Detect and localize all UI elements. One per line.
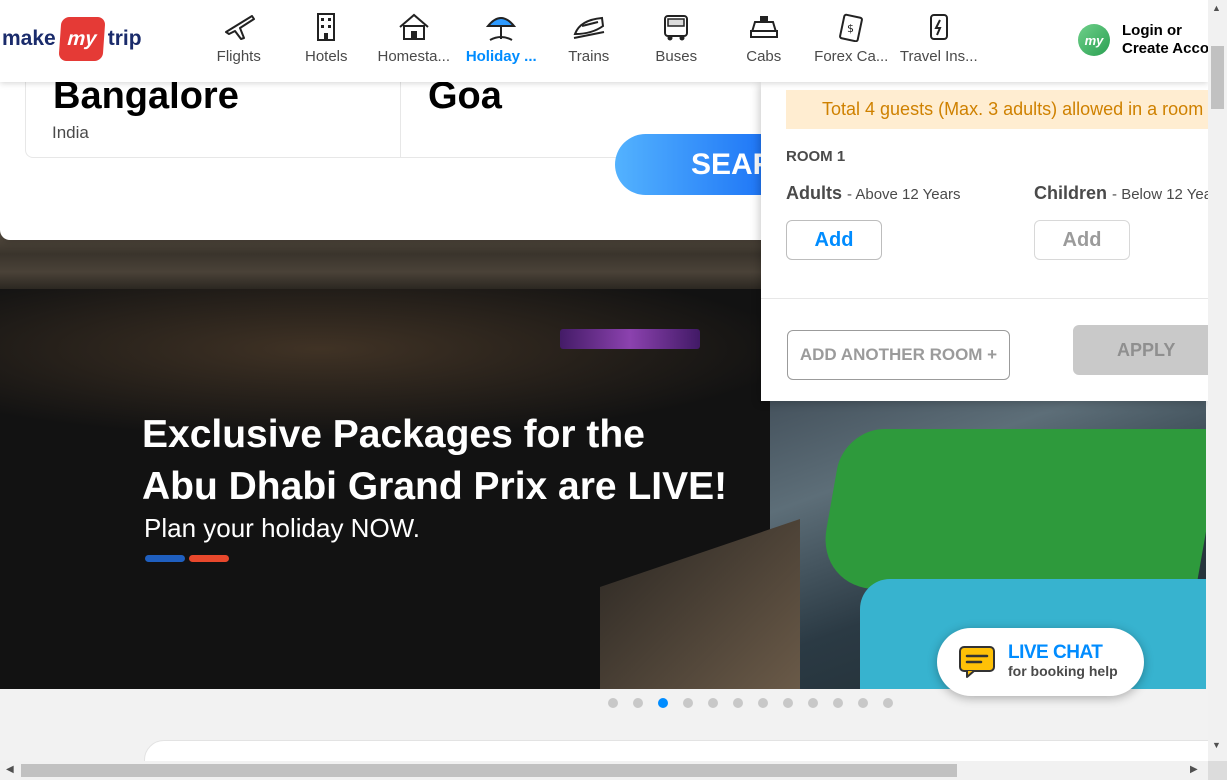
scroll-up-arrow-icon[interactable]: ▲: [1212, 3, 1221, 13]
vertical-scroll-thumb[interactable]: [1211, 46, 1224, 109]
banner-purple-lights: [560, 329, 700, 349]
nav-item-holiday[interactable]: Holiday ...: [458, 0, 546, 82]
rooms-guests-popup: Total 4 guests (Max. 3 adults) allowed i…: [761, 82, 1208, 401]
top-header: make my trip Flights Hotels Homesta... Holi…: [0, 0, 1209, 82]
live-chat-subtitle: for booking help: [1008, 663, 1118, 679]
carousel-dot[interactable]: [633, 698, 643, 708]
live-chat-button[interactable]: LIVE CHAT for booking help: [937, 628, 1144, 696]
from-city-field[interactable]: Bangalore India: [26, 70, 401, 158]
children-label: Children - Below 12 Years: [1034, 183, 1208, 204]
logo-trip-text: trip: [107, 27, 142, 50]
scroll-left-arrow-icon[interactable]: ◀: [6, 764, 14, 775]
hotel-icon: [317, 13, 336, 41]
carousel-dot[interactable]: [833, 698, 843, 708]
holiday-umbrella-icon: [486, 17, 517, 41]
popup-divider: [761, 298, 1208, 299]
children-title: Children: [1034, 183, 1108, 203]
apply-button[interactable]: APPLY: [1073, 325, 1208, 375]
nav-item-label: Flights: [216, 48, 261, 65]
adults-title: Adults: [786, 183, 842, 203]
login-text: Login or Create Acco: [1122, 22, 1209, 58]
carousel-dot[interactable]: [758, 698, 768, 708]
room-label: ROOM 1: [786, 148, 846, 165]
adults-add-button[interactable]: Add: [786, 220, 882, 260]
nav-item-label: Buses: [655, 48, 698, 65]
login-line1: Login or: [1122, 22, 1182, 39]
horizontal-scroll-thumb[interactable]: [21, 764, 957, 777]
homestay-icon: [399, 13, 429, 40]
nav-item-forex-ca[interactable]: $ Forex Ca...: [808, 0, 896, 82]
nav-item-label: Holiday ...: [465, 48, 537, 65]
carousel-dot[interactable]: [708, 698, 718, 708]
horizontal-scrollbar[interactable]: ◀ ▶: [0, 761, 1208, 780]
makemytrip-logo[interactable]: make my trip: [2, 17, 142, 61]
travel-insurance-icon: [929, 14, 948, 40]
carousel-dot[interactable]: [683, 698, 693, 708]
carousel-dot[interactable]: [658, 698, 668, 708]
live-chat-title: LIVE CHAT: [1008, 642, 1103, 663]
login-line2: Create Acco: [1122, 40, 1209, 57]
guest-limit-notice: Total 4 guests (Max. 3 adults) allowed i…: [786, 90, 1208, 129]
nav-item-label: Homesta...: [377, 48, 451, 65]
nav-item-label: Travel Ins...: [899, 48, 978, 65]
banner-accent-bar: [189, 555, 229, 562]
banner-headline-line2: Abu Dhabi Grand Prix are LIVE!: [142, 465, 728, 508]
nav-item-flights[interactable]: Flights: [195, 0, 283, 82]
carousel-dot[interactable]: [808, 698, 818, 708]
nav-item-hotels[interactable]: Hotels: [283, 0, 371, 82]
train-icon: [573, 16, 604, 39]
scroll-right-arrow-icon[interactable]: ▶: [1190, 764, 1198, 775]
nav-item-label: Hotels: [304, 48, 348, 65]
carousel-dots: [608, 698, 893, 708]
nav-item-label: Trains: [568, 48, 610, 65]
children-subtitle: - Below 12 Years: [1112, 186, 1208, 203]
carousel-dot[interactable]: [858, 698, 868, 708]
plane-icon: [224, 15, 255, 40]
banner-subline: Plan your holiday NOW.: [144, 513, 421, 543]
banner-grass: [815, 429, 1206, 589]
live-chat-text: LIVE CHAT for booking help: [1008, 643, 1118, 681]
banner-headline: Exclusive Packages for the Abu Dhabi Gra…: [142, 409, 727, 513]
scrollbar-corner: [1208, 761, 1227, 780]
nav-item-label: Forex Ca...: [814, 48, 889, 65]
nav-item-buses[interactable]: Buses: [633, 0, 721, 82]
nav-item-homesta[interactable]: Homesta...: [370, 0, 458, 82]
bus-icon: [664, 15, 689, 41]
carousel-dot[interactable]: [608, 698, 618, 708]
avatar: my: [1078, 24, 1110, 56]
banner-grandstand: [600, 519, 800, 689]
nav-item-cabs[interactable]: Cabs: [720, 0, 808, 82]
product-nav: Flights Hotels Homesta... Holiday ... Trains…: [195, 0, 983, 82]
login-button[interactable]: my Login or Create Acco: [1078, 22, 1209, 58]
logo-my-badge: my: [58, 17, 106, 61]
nav-item-label: Cabs: [746, 48, 782, 65]
chat-bubble-icon: [959, 646, 995, 678]
svg-text:$: $: [847, 22, 854, 35]
children-add-button[interactable]: Add: [1034, 220, 1130, 260]
carousel-dot[interactable]: [883, 698, 893, 708]
vertical-scrollbar[interactable]: ▲ ▼: [1208, 0, 1227, 761]
logo-make-text: make: [2, 27, 56, 50]
banner-accent-bars: [145, 555, 229, 562]
banner-accent-bar: [145, 555, 185, 562]
from-country: India: [52, 123, 89, 142]
adults-label: Adults - Above 12 Years: [786, 183, 960, 204]
cab-icon: [749, 16, 778, 38]
nav-item-travel-ins[interactable]: Travel Ins...: [895, 0, 983, 82]
add-another-room-button[interactable]: ADD ANOTHER ROOM +: [787, 330, 1010, 380]
nav-item-trains[interactable]: Trains: [545, 0, 633, 82]
forex-card-icon: $: [839, 13, 864, 42]
carousel-dot[interactable]: [783, 698, 793, 708]
banner-headline-line1: Exclusive Packages for the: [142, 413, 645, 456]
carousel-dot[interactable]: [733, 698, 743, 708]
adults-subtitle: - Above 12 Years: [847, 186, 961, 203]
scroll-down-arrow-icon[interactable]: ▼: [1212, 740, 1221, 750]
